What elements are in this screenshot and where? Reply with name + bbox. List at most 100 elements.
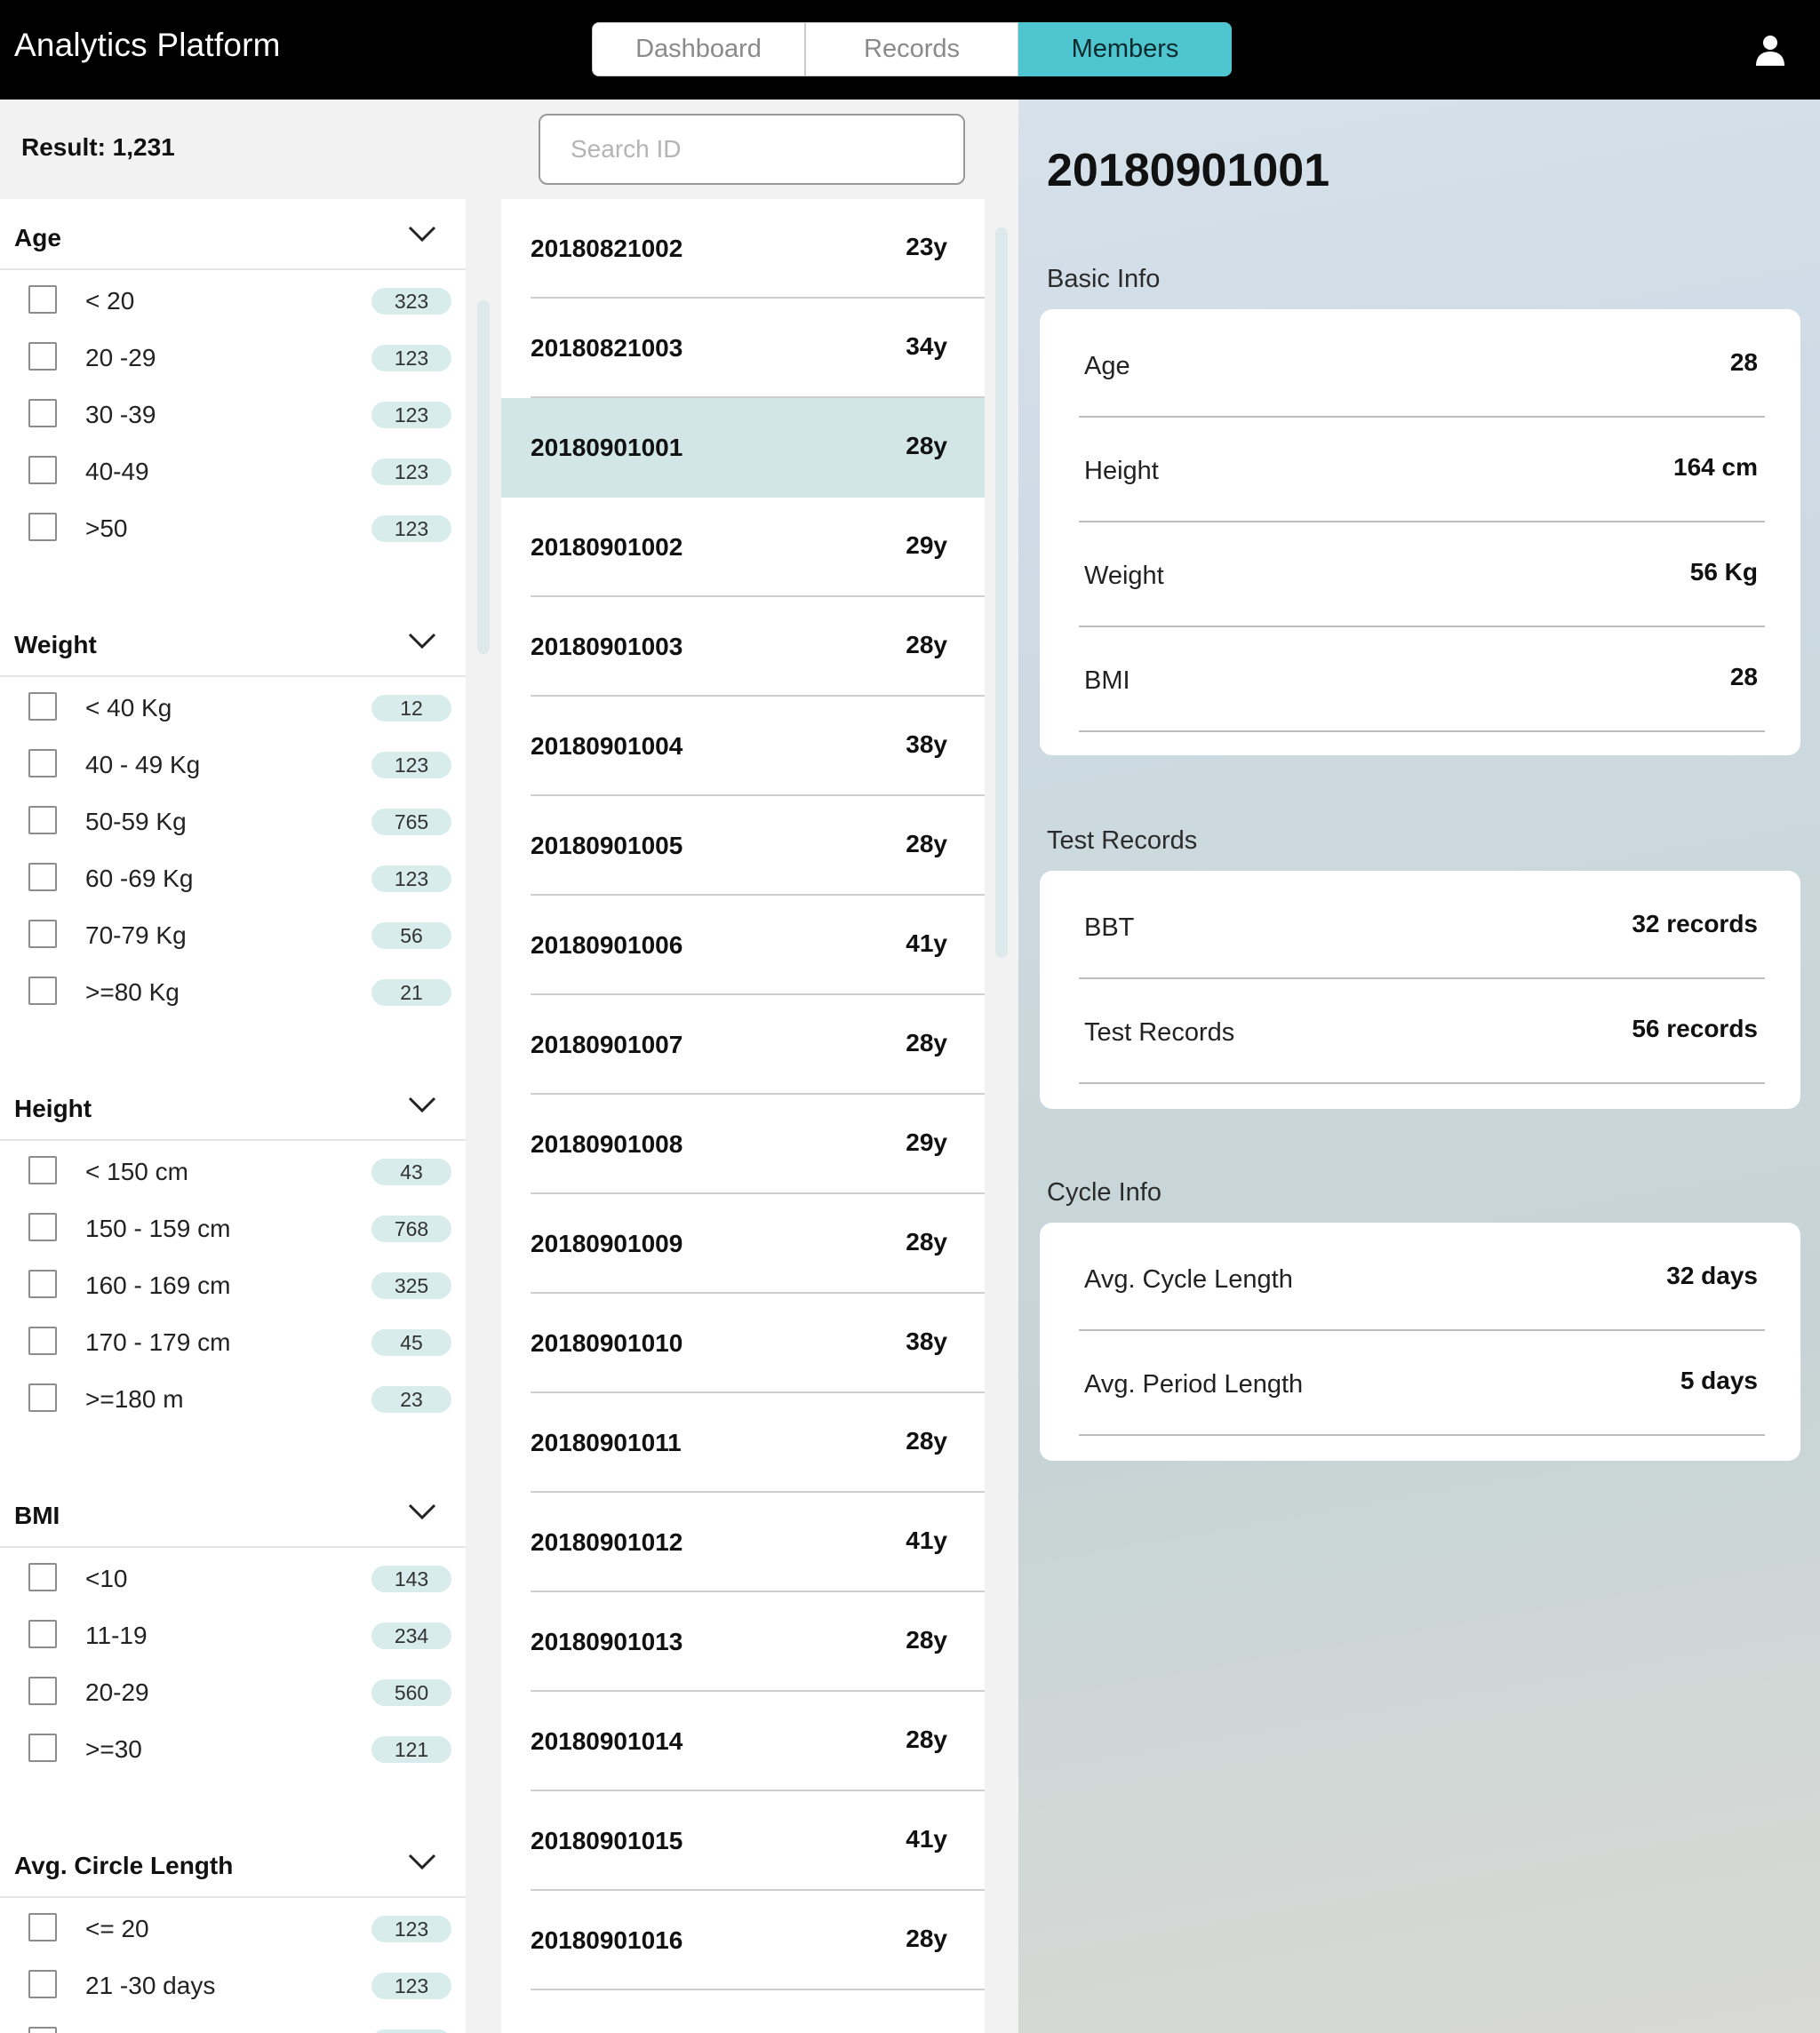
filter-checkbox[interactable] xyxy=(28,342,57,371)
info-value: 164 cm xyxy=(1673,453,1758,481)
filter-checkbox[interactable] xyxy=(28,2027,57,2033)
filter-option[interactable]: 40 - 49 Kg 123 xyxy=(0,736,466,793)
member-row[interactable]: 20180901004 38y xyxy=(501,697,985,796)
row-divider xyxy=(1079,1434,1765,1436)
filter-checkbox[interactable] xyxy=(28,749,57,777)
filter-header[interactable]: Age xyxy=(0,199,466,270)
count-badge: 45 xyxy=(371,1329,451,1356)
filter-checkbox[interactable] xyxy=(28,692,57,721)
member-row[interactable]: 20180901013 28y xyxy=(501,1592,985,1692)
filter-header[interactable]: Height xyxy=(0,1070,466,1141)
filter-option[interactable]: 31 - 40 days 123 xyxy=(0,2013,466,2033)
filter-checkbox[interactable] xyxy=(28,1156,57,1184)
user-icon[interactable] xyxy=(1754,34,1786,68)
filter-checkbox[interactable] xyxy=(28,1563,57,1591)
filter-checkbox[interactable] xyxy=(28,1327,57,1355)
filter-checkbox[interactable] xyxy=(28,399,57,427)
member-row[interactable]: 20180901007 28y xyxy=(501,995,985,1095)
filter-checkbox[interactable] xyxy=(28,456,57,484)
member-row[interactable]: 20180821003 34y xyxy=(501,299,985,398)
filter-checkbox[interactable] xyxy=(28,863,57,891)
filter-scrollbar[interactable] xyxy=(477,300,490,654)
filter-option[interactable]: 20 -29 123 xyxy=(0,329,466,386)
filter-option[interactable]: < 150 cm 43 xyxy=(0,1143,466,1200)
info-row: BMI 28 xyxy=(1040,627,1800,732)
member-row[interactable]: 20180901014 28y xyxy=(501,1692,985,1791)
chevron-down-icon[interactable] xyxy=(407,224,437,243)
filter-header[interactable]: BMI xyxy=(0,1477,466,1548)
filter-section: Height < 150 cm 43 150 - 159 cm 768 160 - 169… xyxy=(0,1070,466,1427)
count-badge: 56 xyxy=(371,922,451,949)
chevron-down-icon[interactable] xyxy=(407,1095,437,1114)
member-row[interactable]: 20180901001 28y xyxy=(501,398,985,498)
filter-option[interactable]: < 40 Kg 12 xyxy=(0,679,466,736)
member-row[interactable]: 20180901012 41y xyxy=(501,1493,985,1592)
filter-option[interactable]: 20-29 560 xyxy=(0,1663,466,1720)
filter-option[interactable]: >=30 121 xyxy=(0,1720,466,1777)
filter-option[interactable]: >50 123 xyxy=(0,499,466,556)
result-count: Result: 1,231 xyxy=(21,133,175,161)
member-row[interactable]: 20180821002 23y xyxy=(501,199,985,299)
filter-checkbox[interactable] xyxy=(28,1620,57,1648)
filter-option-label: 150 - 159 cm xyxy=(85,1215,231,1242)
filter-option[interactable]: >=80 Kg 21 xyxy=(0,963,466,1020)
filter-checkbox[interactable] xyxy=(28,1677,57,1705)
filter-option[interactable]: 170 - 179 cm 45 xyxy=(0,1313,466,1370)
filter-option[interactable]: 11-19 234 xyxy=(0,1606,466,1663)
info-value: 32 records xyxy=(1632,910,1758,937)
filter-option[interactable]: >=180 m 23 xyxy=(0,1370,466,1427)
member-id: 20180901011 xyxy=(531,1429,682,1456)
member-id: 20180901005 xyxy=(531,832,683,859)
filter-header[interactable]: Avg. Circle Length xyxy=(0,1827,466,1898)
count-badge: 123 xyxy=(371,2029,451,2033)
info-value: 56 records xyxy=(1632,1015,1758,1042)
filter-checkbox[interactable] xyxy=(28,1213,57,1241)
chevron-down-icon[interactable] xyxy=(407,1502,437,1521)
member-row[interactable]: 20180901008 29y xyxy=(501,1095,985,1194)
member-row[interactable]: 20180901016 28y xyxy=(501,1891,985,1990)
member-row[interactable]: 20180901005 28y xyxy=(501,796,985,896)
filter-checkbox[interactable] xyxy=(28,1383,57,1412)
member-row[interactable]: 20180901015 41y xyxy=(501,1791,985,1891)
info-row: Height 164 cm xyxy=(1040,418,1800,522)
chevron-down-icon[interactable] xyxy=(407,631,437,650)
filter-checkbox[interactable] xyxy=(28,806,57,834)
filter-option[interactable]: 160 - 169 cm 325 xyxy=(0,1256,466,1313)
filter-checkbox[interactable] xyxy=(28,1913,57,1941)
filter-option[interactable]: 21 -30 days 123 xyxy=(0,1957,466,2013)
member-age: 28y xyxy=(906,1228,947,1256)
info-value: 56 Kg xyxy=(1689,558,1758,586)
filter-option[interactable]: <10 143 xyxy=(0,1550,466,1606)
tab-dashboard[interactable]: Dashboard xyxy=(592,22,805,76)
filter-header[interactable]: Weight xyxy=(0,606,466,677)
filter-option[interactable]: 60 -69 Kg 123 xyxy=(0,849,466,906)
member-row[interactable]: 20180901003 28y xyxy=(501,597,985,697)
filter-option[interactable]: 40-49 123 xyxy=(0,442,466,499)
search-id-input[interactable] xyxy=(539,114,965,185)
filter-option[interactable]: < 20 323 xyxy=(0,272,466,329)
filter-option[interactable]: 30 -39 123 xyxy=(0,386,466,442)
filter-option[interactable]: <= 20 123 xyxy=(0,1900,466,1957)
filter-checkbox[interactable] xyxy=(28,1734,57,1762)
chevron-down-icon[interactable] xyxy=(407,1852,437,1871)
filter-checkbox[interactable] xyxy=(28,920,57,948)
cycle-info-label: Cycle Info xyxy=(1047,1178,1161,1207)
filter-checkbox[interactable] xyxy=(28,977,57,1005)
filter-option[interactable]: 70-79 Kg 56 xyxy=(0,906,466,963)
tab-members[interactable]: Members xyxy=(1018,22,1232,76)
member-row[interactable]: 20180901011 28y xyxy=(501,1393,985,1493)
member-row[interactable]: 20180901002 29y xyxy=(501,498,985,597)
count-badge: 143 xyxy=(371,1566,451,1592)
tab-records[interactable]: Records xyxy=(805,22,1018,76)
filter-checkbox[interactable] xyxy=(28,1270,57,1298)
filter-checkbox[interactable] xyxy=(28,1970,57,1998)
list-scrollbar[interactable] xyxy=(995,227,1008,958)
member-row[interactable]: 20180901010 38y xyxy=(501,1294,985,1393)
member-row[interactable]: 20180901006 41y xyxy=(501,896,985,995)
filter-title: BMI xyxy=(14,1502,60,1529)
filter-option[interactable]: 150 - 159 cm 768 xyxy=(0,1200,466,1256)
filter-checkbox[interactable] xyxy=(28,285,57,314)
filter-checkbox[interactable] xyxy=(28,513,57,541)
member-row[interactable]: 20180901009 28y xyxy=(501,1194,985,1294)
filter-option[interactable]: 50-59 Kg 765 xyxy=(0,793,466,849)
